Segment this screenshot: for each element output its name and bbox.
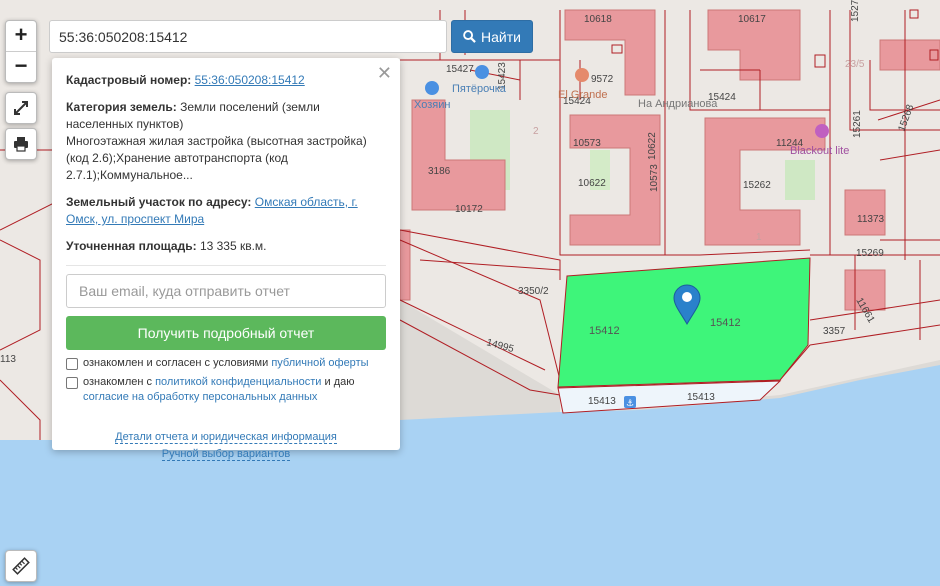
- parcel-label: 15412: [710, 317, 741, 329]
- parcel-label: 15413: [588, 396, 616, 407]
- parcel-label: 10618: [584, 14, 612, 25]
- email-input[interactable]: Ваш email, куда отправить отчет: [66, 274, 386, 308]
- address-row: Земельный участок по адресу: Омская обла…: [66, 194, 386, 228]
- offer-link[interactable]: публичной оферты: [271, 357, 368, 369]
- parcel-label: 15262: [743, 180, 771, 191]
- offer-checkbox[interactable]: [66, 358, 78, 370]
- address-link[interactable]: Омск, ул. проспект Мира: [66, 212, 204, 226]
- address-link[interactable]: Омская область, г.: [255, 195, 358, 209]
- get-report-button[interactable]: Получить подробный отчет: [66, 316, 386, 350]
- svg-text:Пятёрочка: Пятёрочка: [452, 83, 507, 95]
- privacy-link[interactable]: политикой конфиденциальности: [155, 376, 321, 388]
- category-row: Категория земель: Земли поселений (земли…: [66, 99, 386, 184]
- search-input[interactable]: [49, 20, 447, 53]
- parcel-label: 23/5: [845, 59, 865, 70]
- parcel-label: 1: [756, 232, 762, 243]
- parcel-label: 15261: [852, 110, 863, 138]
- parcel-label: 10622: [578, 178, 606, 189]
- parcel-label: 10573: [573, 138, 601, 149]
- close-icon[interactable]: ✕: [377, 64, 392, 82]
- search-icon: [463, 30, 476, 43]
- area-value: 13 335 кв.м.: [199, 239, 267, 253]
- search-button[interactable]: Найти: [451, 20, 533, 53]
- print-button[interactable]: [5, 128, 37, 160]
- consent-link[interactable]: согласие на обработку персональных данны…: [83, 391, 317, 403]
- offer-checkbox-row: ознакомлен и согласен с условиями публич…: [66, 356, 386, 371]
- search-button-label: Найти: [481, 28, 521, 45]
- parcel-info-panel: ✕ Кадастровый номер: 55:36:050208:15412 …: [52, 58, 400, 461]
- ruler-icon: [12, 557, 30, 575]
- use-value: Многоэтажная жилая застройка (высотная з…: [66, 134, 367, 148]
- expand-icon: [14, 101, 28, 115]
- parcel-label: 3350/2: [518, 286, 549, 297]
- parcel-label: 15277: [850, 0, 861, 22]
- cadastral-link[interactable]: 55:36:050208:15412: [195, 73, 305, 87]
- parcel-label: 2: [533, 126, 539, 137]
- zoom-in-button[interactable]: +: [6, 21, 36, 52]
- privacy-checkbox[interactable]: [66, 377, 78, 389]
- zoom-out-button[interactable]: −: [6, 52, 36, 82]
- address-label: Земельный участок по адресу:: [66, 195, 252, 209]
- parcel-label: 10622: [647, 132, 658, 160]
- parcel-label: 10172: [455, 204, 483, 215]
- footer-links: Детали отчета и юридическая информация Р…: [66, 429, 386, 463]
- parcel-label: 15413: [687, 392, 715, 403]
- measure-button[interactable]: [5, 550, 37, 582]
- divider: [66, 265, 386, 266]
- manual-choice-link[interactable]: Ручной выбор вариантов: [161, 448, 291, 461]
- zoom-control: + −: [5, 20, 37, 83]
- checkbox-text: ознакомлен с: [83, 376, 153, 388]
- street-label: На Андрианова: [638, 98, 718, 110]
- parcel-label: 10573: [649, 164, 660, 192]
- svg-text:Хозяин: Хозяин: [414, 99, 450, 111]
- parcel-label: 15427: [446, 64, 474, 75]
- category-label: Категория земель:: [66, 100, 177, 114]
- checkbox-text: ознакомлен и согласен с условиями: [83, 357, 269, 369]
- fullscreen-button[interactable]: [5, 92, 37, 124]
- area-row: Уточненная площадь: 13 335 кв.м.: [66, 238, 386, 255]
- area-label: Уточненная площадь:: [66, 239, 197, 253]
- selected-parcel-15412[interactable]: [557, 257, 811, 388]
- svg-text:Blackout lite: Blackout lite: [790, 145, 849, 157]
- anchor-icon: ⚓: [624, 396, 636, 409]
- checkbox-text: и даю: [324, 376, 355, 388]
- privacy-checkbox-row: ознакомлен с политикой конфиденциальност…: [66, 375, 386, 405]
- printer-icon: [14, 137, 28, 152]
- parcel-label: 10617: [738, 14, 766, 25]
- category-value: Земли поселений (земли: [180, 100, 320, 114]
- parcel-label: 9572: [591, 74, 614, 85]
- cadastral-row: Кадастровый номер: 55:36:050208:15412: [66, 72, 386, 89]
- category-value: населенных пунктов): [66, 117, 184, 131]
- use-value: (код 2.6);Хранение автотранспорта (код: [66, 151, 288, 165]
- svg-text:⚓: ⚓: [626, 399, 634, 409]
- parcel-label: 11373: [857, 214, 885, 225]
- parcel-label: 3357: [823, 326, 846, 337]
- parcel-label: 3186: [428, 166, 451, 177]
- details-link[interactable]: Детали отчета и юридическая информация: [115, 431, 337, 444]
- parcel-label: 15269: [856, 248, 884, 259]
- parcel-label: 15412: [589, 325, 620, 337]
- use-value: 2.7.1);Коммунальное...: [66, 168, 193, 182]
- parcel-label: 113: [0, 354, 16, 365]
- cadastral-label: Кадастровый номер:: [66, 73, 192, 87]
- svg-text:El Grande: El Grande: [558, 89, 608, 101]
